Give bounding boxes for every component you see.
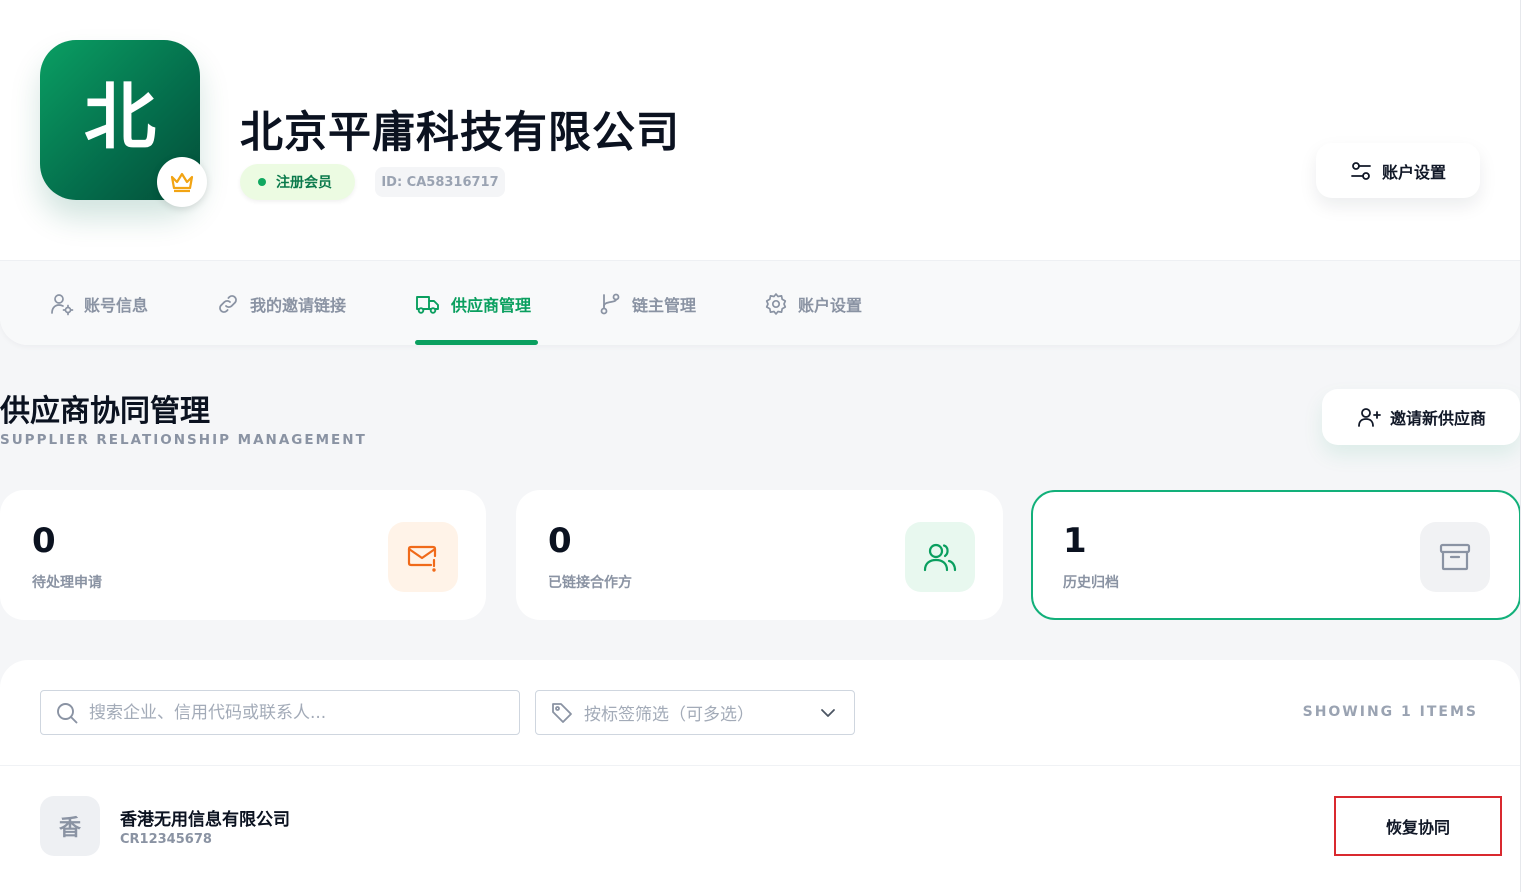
mail-alert-icon — [388, 522, 458, 592]
crown-icon — [157, 157, 207, 207]
tab-account-settings[interactable]: 账户设置 — [764, 261, 862, 346]
stat-value: 0 — [548, 521, 572, 561]
account-settings-button[interactable]: 账户设置 — [1316, 143, 1480, 198]
stat-label: 待处理申请 — [32, 575, 102, 591]
tab-chain-management[interactable]: 链主管理 — [598, 261, 696, 346]
search-input[interactable] — [89, 702, 489, 723]
truck-icon — [416, 295, 439, 314]
page-edge — [1520, 0, 1527, 892]
section-title: 供应商协同管理 — [0, 394, 210, 429]
chevron-down-icon — [821, 709, 835, 717]
invite-supplier-button[interactable]: 邀请新供应商 — [1322, 389, 1520, 445]
tab-label: 链主管理 — [632, 295, 697, 315]
tag-icon — [552, 702, 572, 723]
status-dot — [258, 178, 266, 186]
stat-card-pending[interactable]: 0 待处理申请 — [0, 490, 486, 620]
tabs-bar: 账号信息 我的邀请链接 供应商管理 链主管理 账户设置 — [0, 260, 1520, 345]
tag-filter-placeholder: 按标签筛选（可多选） — [584, 705, 754, 725]
stat-card-linked[interactable]: 0 已链接合作方 — [516, 490, 1003, 620]
list-divider — [0, 765, 1520, 766]
tag-filter-select[interactable]: 按标签筛选（可多选） — [535, 690, 855, 735]
member-badge: 注册会员 — [240, 164, 355, 200]
supplier-name: 香港无用信息有限公司 — [120, 810, 290, 830]
company-id: ID: CA58316717 — [375, 167, 505, 197]
gear-icon — [765, 292, 787, 315]
user-gear-icon — [51, 293, 74, 315]
stat-label: 历史归档 — [1063, 575, 1119, 591]
search-icon — [57, 702, 78, 723]
sliders-icon — [1351, 161, 1371, 180]
avatar: 香 — [40, 796, 100, 856]
tab-label: 供应商管理 — [451, 295, 532, 315]
supplier-list-panel: 按标签筛选（可多选） SHOWING 1 ITEMS 香 香港无用信息有限公司 … — [0, 660, 1520, 892]
stat-value: 0 — [32, 521, 56, 561]
supplier-credit-code: CR12345678 — [120, 832, 212, 847]
tab-supplier-management[interactable]: 供应商管理 — [415, 261, 531, 346]
stat-label: 已链接合作方 — [548, 575, 632, 591]
tab-account-info[interactable]: 账号信息 — [50, 261, 148, 346]
section-subtitle: SUPPLIER RELATIONSHIP MANAGEMENT — [0, 432, 367, 448]
active-tab-indicator — [415, 340, 538, 345]
users-icon — [905, 522, 975, 592]
tab-label: 账号信息 — [84, 295, 149, 315]
account-settings-label: 账户设置 — [1381, 162, 1446, 182]
link-icon — [219, 294, 237, 313]
logo-char: 北 — [83, 75, 156, 159]
tab-label: 我的邀请链接 — [250, 295, 347, 315]
tab-label: 账户设置 — [798, 295, 863, 315]
company-name: 北京平庸科技有限公司 — [240, 108, 680, 158]
user-plus-icon — [1358, 408, 1381, 427]
stat-value: 1 — [1063, 521, 1087, 561]
branch-icon — [600, 293, 620, 314]
member-badge-label: 注册会员 — [276, 175, 332, 191]
search-box[interactable] — [40, 690, 520, 735]
showing-count: SHOWING 1 ITEMS — [1302, 704, 1478, 720]
tab-invite-link[interactable]: 我的邀请链接 — [216, 261, 346, 346]
stat-card-archived[interactable]: 1 历史归档 — [1031, 490, 1521, 620]
restore-collaboration-button[interactable]: 恢复协同 — [1334, 796, 1502, 856]
invite-supplier-label: 邀请新供应商 — [1389, 409, 1486, 428]
archive-icon — [1420, 522, 1490, 592]
